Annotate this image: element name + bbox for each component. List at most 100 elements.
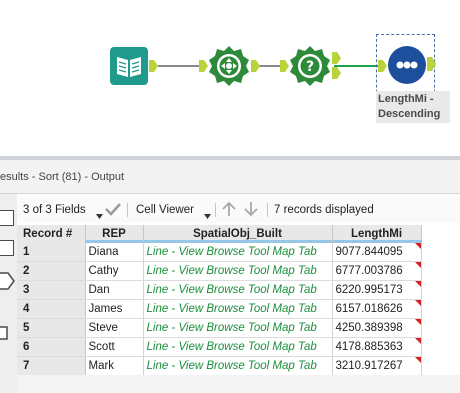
lengthmi-cell[interactable]: 6220.995173: [332, 280, 422, 300]
column-header-spatialobj[interactable]: SpatialObj_Built: [143, 225, 333, 243]
svg-text:?: ?: [306, 59, 314, 75]
lengthmi-value: 6157.018626: [335, 303, 403, 315]
table-row[interactable]: 5 Steve Line - View Browse Tool Map Tab …: [17, 318, 422, 338]
rep-cell[interactable]: Diana: [85, 243, 144, 262]
checkmark-icon[interactable]: [105, 202, 121, 221]
question-mark-icon: ?: [290, 46, 330, 86]
lengthmi-value: 6777.003786: [335, 265, 403, 277]
column-header-rep[interactable]: REP: [85, 225, 144, 243]
lengthmi-value: 6220.995173: [335, 284, 403, 296]
spatial-cell[interactable]: Line - View Browse Tool Map Tab: [143, 261, 333, 281]
workflow-canvas[interactable]: ? LengthMi - Descending: [0, 0, 460, 156]
gear-arrows-icon: [209, 46, 249, 86]
grid-empty-area: [17, 375, 460, 393]
lengthmi-cell[interactable]: 6777.003786: [332, 261, 422, 281]
false-output-anchor[interactable]: [332, 67, 341, 79]
results-side-strip: [0, 194, 17, 393]
lengthmi-value: 9077.844095: [335, 246, 403, 258]
record-number-cell: 7: [17, 356, 86, 376]
header-row: Record # REP SpatialObj_Built LengthMi: [17, 225, 422, 243]
filter-tool-node[interactable]: ?: [289, 45, 331, 87]
spatial-cell-text: Line - View Browse Tool Map Tab: [146, 341, 317, 353]
spatial-cell-text: Line - View Browse Tool Map Tab: [146, 284, 317, 296]
lengthmi-cell[interactable]: 9077.844095: [332, 243, 422, 262]
metadata-icon[interactable]: [0, 210, 14, 226]
browse-tool-node[interactable]: [110, 47, 148, 85]
table-row[interactable]: 4 James Line - View Browse Tool Map Tab …: [17, 299, 422, 319]
records-count-label: 7 records displayed: [274, 204, 374, 216]
toolbar-divider: [267, 203, 268, 217]
spatial-cell[interactable]: Line - View Browse Tool Map Tab: [143, 243, 333, 262]
spatial-cell-text: Line - View Browse Tool Map Tab: [146, 360, 317, 372]
lengthmi-cell[interactable]: 4250.389398: [332, 318, 422, 338]
rep-cell[interactable]: James: [85, 299, 144, 319]
table-row[interactable]: 1 Diana Line - View Browse Tool Map Tab …: [17, 243, 422, 262]
column-header-record[interactable]: Record #: [17, 225, 86, 243]
data-view-icon[interactable]: [0, 240, 14, 256]
toolbar-divider: [127, 203, 128, 217]
spatial-cell-text: Line - View Browse Tool Map Tab: [146, 303, 317, 315]
rep-cell[interactable]: Dan: [85, 280, 144, 300]
book-icon: [110, 47, 148, 85]
results-title-bar: esults - Sort (81) - Output: [0, 160, 460, 194]
record-number-cell: 2: [17, 261, 86, 281]
sort-dots-icon: [388, 46, 426, 84]
rep-cell[interactable]: Steve: [85, 318, 144, 338]
rep-cell[interactable]: Cathy: [85, 261, 144, 281]
fields-selector-label[interactable]: 3 of 3 Fields: [23, 204, 86, 216]
spatial-cell[interactable]: Line - View Browse Tool Map Tab: [143, 299, 333, 319]
sort-tool-node[interactable]: [387, 45, 427, 85]
truncation-flag-icon: [414, 357, 421, 363]
data-table: Record # REP SpatialObj_Built LengthMi 1…: [17, 225, 422, 376]
cell-viewer-selector-label[interactable]: Cell Viewer: [136, 204, 194, 216]
record-number-cell: 4: [17, 299, 86, 319]
truncation-flag-icon: [414, 319, 421, 325]
toolbar-divider: [215, 203, 216, 217]
lengthmi-cell[interactable]: 3210.917267: [332, 356, 422, 376]
input-anchor[interactable]: [280, 60, 289, 72]
spatial-cell-text: Line - View Browse Tool Map Tab: [146, 246, 317, 258]
tool-annotation-label: LengthMi - Descending: [376, 91, 450, 123]
record-number-cell: 3: [17, 280, 86, 300]
spatial-view-icon-2[interactable]: [0, 326, 12, 345]
output-anchor[interactable]: [251, 60, 260, 72]
table-row[interactable]: 3 Dan Line - View Browse Tool Map Tab 62…: [17, 280, 422, 300]
record-number-cell: 1: [17, 243, 86, 262]
truncation-flag-icon: [414, 262, 421, 268]
spatial-cell[interactable]: Line - View Browse Tool Map Tab: [143, 337, 333, 357]
output-anchor[interactable]: [149, 60, 158, 72]
spatial-tool-node[interactable]: [208, 45, 250, 87]
lengthmi-cell[interactable]: 6157.018626: [332, 299, 422, 319]
arrow-down-icon[interactable]: [243, 201, 259, 222]
spatial-cell-text: Line - View Browse Tool Map Tab: [146, 265, 317, 277]
chevron-down-icon[interactable]: [96, 206, 103, 224]
truncation-flag-icon: [414, 338, 421, 344]
input-anchor[interactable]: [199, 60, 208, 72]
lengthmi-cell[interactable]: 4178.885363: [332, 337, 422, 357]
chevron-down-icon[interactable]: [204, 206, 211, 224]
arrow-up-icon[interactable]: [221, 201, 237, 222]
truncation-flag-icon: [414, 243, 421, 249]
rep-cell[interactable]: Scott: [85, 337, 144, 357]
results-grid: Record # REP SpatialObj_Built LengthMi 1…: [17, 225, 460, 376]
column-header-lengthmi[interactable]: LengthMi: [332, 225, 422, 243]
table-row[interactable]: 6 Scott Line - View Browse Tool Map Tab …: [17, 337, 422, 357]
spatial-cell[interactable]: Line - View Browse Tool Map Tab: [143, 356, 333, 376]
lengthmi-value: 4250.389398: [335, 322, 403, 334]
output-anchor[interactable]: [427, 57, 436, 71]
spatial-cell[interactable]: Line - View Browse Tool Map Tab: [143, 318, 333, 338]
truncation-flag-icon: [414, 281, 421, 287]
rep-cell[interactable]: Mark: [85, 356, 144, 376]
lengthmi-value: 4178.885363: [335, 341, 403, 353]
spatial-cell-text: Line - View Browse Tool Map Tab: [146, 322, 317, 334]
true-output-anchor[interactable]: [332, 52, 341, 64]
record-number-cell: 6: [17, 337, 86, 357]
table-row[interactable]: 7 Mark Line - View Browse Tool Map Tab 3…: [17, 356, 422, 376]
results-title: esults - Sort (81) - Output: [0, 171, 125, 183]
spatial-cell[interactable]: Line - View Browse Tool Map Tab: [143, 280, 333, 300]
truncation-flag-icon: [414, 300, 421, 306]
spatial-view-icon[interactable]: [0, 272, 15, 295]
input-anchor[interactable]: [378, 60, 387, 72]
results-toolbar: 3 of 3 Fields Cell Viewer 7 records disp…: [17, 197, 460, 223]
table-row[interactable]: 2 Cathy Line - View Browse Tool Map Tab …: [17, 261, 422, 281]
